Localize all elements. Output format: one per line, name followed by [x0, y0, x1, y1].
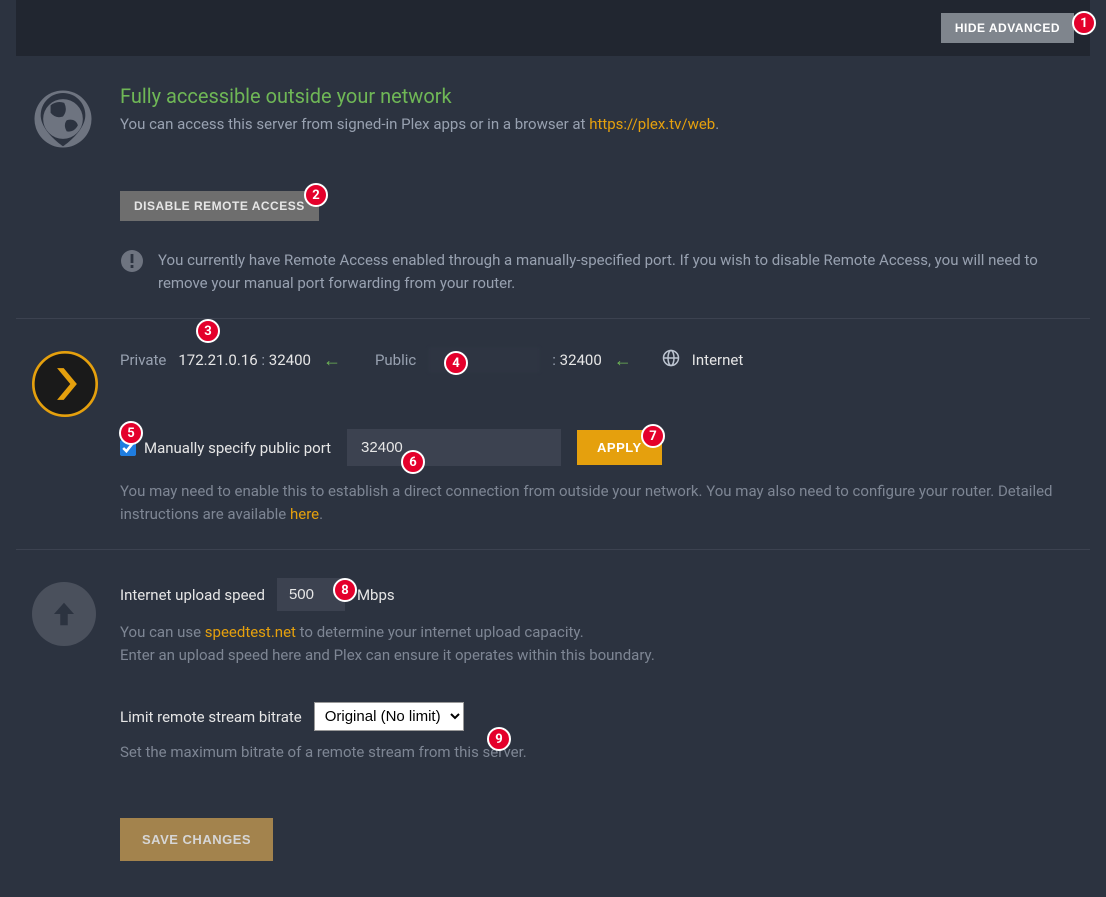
- upload-help-prefix: You can use: [120, 623, 205, 641]
- remote-access-desc-suffix: .: [715, 115, 719, 133]
- private-ip: 172.21.0.16 : 32400: [178, 351, 311, 369]
- arrow-icon: ←: [614, 350, 632, 371]
- annotation-badge-4: 4: [444, 351, 468, 375]
- upload-speed-unit: Mbps: [357, 586, 395, 604]
- internet-icon: [662, 349, 680, 371]
- private-label: Private: [120, 351, 166, 369]
- ip-row: Private 172.21.0.16 : 32400 ← Public : 3…: [120, 347, 1074, 373]
- annotation-badge-6: 6: [401, 450, 425, 474]
- manual-port-input[interactable]: [347, 429, 561, 466]
- annotation-badge-7: 7: [641, 424, 665, 448]
- speedtest-link[interactable]: speedtest.net: [205, 623, 296, 641]
- upload-help-suffix: to determine your internet upload capaci…: [296, 623, 584, 641]
- manual-port-label: Manually specify public port: [144, 439, 331, 457]
- upload-help: You can use speedtest.net to determine y…: [120, 621, 1074, 666]
- plex-web-link[interactable]: https://plex.tv/web: [589, 115, 715, 133]
- upload-section: Internet upload speed Mbps You can use s…: [16, 550, 1090, 885]
- annotation-badge-2: 2: [304, 183, 328, 207]
- plex-icon: [32, 347, 120, 525]
- manual-port-help-prefix: You may need to enable this to establish…: [120, 482, 1053, 523]
- hide-advanced-button[interactable]: HIDE ADVANCED: [941, 13, 1074, 43]
- public-port: : 32400: [552, 351, 602, 369]
- remote-access-section: Fully accessible outside your network Yo…: [16, 56, 1090, 319]
- annotation-badge-3: 3: [196, 319, 220, 343]
- remote-access-desc: You can access this server from signed-i…: [120, 114, 1074, 135]
- annotation-badge-8: 8: [333, 578, 357, 602]
- manual-port-help: You may need to enable this to establish…: [120, 480, 1074, 525]
- globe-icon: [32, 84, 120, 294]
- remote-access-title: Fully accessible outside your network: [120, 84, 1074, 108]
- upload-icon: [32, 578, 120, 861]
- internet-label: Internet: [692, 351, 743, 369]
- manual-port-checkbox-wrap[interactable]: Manually specify public port: [120, 439, 331, 457]
- annotation-badge-5: 5: [119, 421, 143, 445]
- bitrate-select[interactable]: Original (No limit): [314, 702, 464, 731]
- remote-access-notice: You currently have Remote Access enabled…: [158, 249, 1074, 294]
- remote-access-desc-text: You can access this server from signed-i…: [120, 115, 589, 133]
- alert-icon: [120, 249, 144, 277]
- public-label: Public: [375, 351, 416, 369]
- bitrate-label: Limit remote stream bitrate: [120, 708, 302, 726]
- annotation-badge-9: 9: [487, 727, 511, 751]
- upload-speed-label: Internet upload speed: [120, 586, 265, 604]
- save-changes-button[interactable]: SAVE CHANGES: [120, 818, 273, 861]
- manual-port-help-link[interactable]: here: [290, 505, 319, 523]
- bitrate-help: Set the maximum bitrate of a remote stre…: [120, 741, 1074, 764]
- upload-help-line2: Enter an upload speed here and Plex can …: [120, 646, 655, 664]
- annotation-badge-1: 1: [1072, 11, 1096, 35]
- advanced-toolbar: HIDE ADVANCED: [16, 0, 1090, 56]
- disable-remote-access-button[interactable]: DISABLE REMOTE ACCESS: [120, 191, 319, 221]
- manual-port-help-suffix: .: [319, 505, 323, 523]
- network-section: Private 172.21.0.16 : 32400 ← Public : 3…: [16, 319, 1090, 550]
- arrow-icon: ←: [323, 350, 341, 371]
